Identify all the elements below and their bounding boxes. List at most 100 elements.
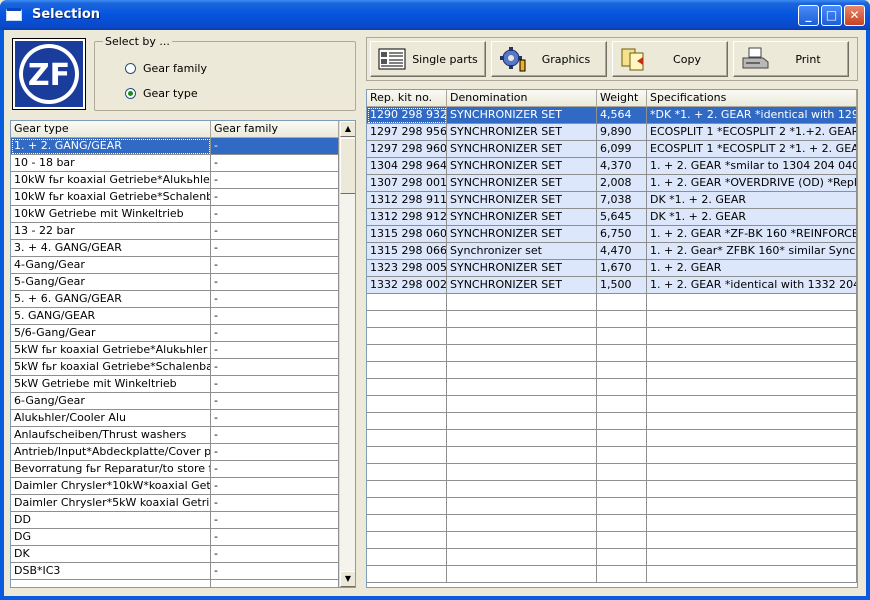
table-row[interactable]: 5/6-Gang/Gear - [11,325,339,342]
gear-family-cell[interactable]: - [211,376,339,393]
empty-cell[interactable] [597,396,647,413]
empty-table-row[interactable] [367,413,857,430]
gear-type-cell[interactable]: Daimler Chrysler*10kW*koaxial Getriebe*S [11,478,211,495]
column-header-rep-kit-no[interactable]: Rep. kit no. [367,90,447,107]
empty-cell[interactable] [647,362,857,379]
gear-type-cell[interactable]: DSB*IC3 [11,563,211,580]
weight-cell[interactable]: 4,470 [597,243,647,260]
single-parts-button[interactable]: Single parts [370,41,486,77]
empty-cell[interactable] [367,549,447,566]
weight-cell[interactable]: 6,099 [597,141,647,158]
empty-cell[interactable] [447,515,597,532]
empty-cell[interactable] [367,532,447,549]
gear-type-cell[interactable]: 10kW fьr koaxial Getriebe*Schalenbaukь [11,189,211,206]
table-row[interactable]: 5kW Getriebe mit Winkeltrieb - [11,376,339,393]
gear-type-cell[interactable]: Alukьhler/Cooler Alu [11,410,211,427]
specifications-cell[interactable]: *DK *1. + 2. GEAR *identical with 1290 2… [647,107,857,124]
column-header-specifications[interactable]: Specifications [647,90,857,107]
empty-table-row[interactable] [367,379,857,396]
table-row[interactable]: 1312 298 912 SYNCHRONIZER SET 5,645 DK *1. … [367,209,857,226]
table-row[interactable]: Antrieb/Input*Abdeckplatte/Cover plate - [11,444,339,461]
rep-kit-no-cell[interactable]: 1332 298 002 [367,277,447,294]
table-row[interactable]: 10 - 18 bar - [11,155,339,172]
gear-type-cell[interactable]: 5. GANG/GEAR [11,308,211,325]
rep-kit-no-cell[interactable]: 1304 298 964 [367,158,447,175]
empty-cell[interactable] [447,294,597,311]
empty-cell[interactable] [447,566,597,583]
empty-cell[interactable] [647,345,857,362]
rep-kit-no-cell[interactable]: 1297 298 960 [367,141,447,158]
empty-cell[interactable] [647,311,857,328]
empty-cell[interactable] [367,481,447,498]
table-row[interactable]: 4-Gang/Gear - [11,257,339,274]
empty-cell[interactable] [447,396,597,413]
empty-table-row[interactable] [367,345,857,362]
gear-type-cell[interactable]: 6-Gang/Gear [11,393,211,410]
empty-cell[interactable] [647,430,857,447]
column-header-denomination[interactable]: Denomination [447,90,597,107]
table-row[interactable]: Alukьhler/Cooler Alu - [11,410,339,427]
table-row[interactable]: 1323 298 005 SYNCHRONIZER SET 1,670 1. + 2.… [367,260,857,277]
weight-cell[interactable]: 4,370 [597,158,647,175]
gear-family-cell[interactable]: - [211,529,339,546]
empty-cell[interactable] [647,549,857,566]
table-row[interactable]: 5. + 6. GANG/GEAR - [11,291,339,308]
empty-table-row[interactable] [367,328,857,345]
rep-kit-no-cell[interactable]: 1290 298 932 [367,107,447,124]
gear-type-cell[interactable]: 5kW Getriebe mit Winkeltrieb [11,376,211,393]
empty-cell[interactable] [367,430,447,447]
empty-table-row[interactable] [367,294,857,311]
empty-cell[interactable] [367,396,447,413]
gear-family-cell[interactable]: - [211,223,339,240]
weight-cell[interactable]: 1,500 [597,277,647,294]
empty-cell[interactable] [647,515,857,532]
empty-cell[interactable] [647,566,857,583]
table-row[interactable]: 1304 298 964 SYNCHRONIZER SET 4,370 1. + 2.… [367,158,857,175]
gear-family-cell[interactable] [211,580,339,587]
empty-cell[interactable] [597,345,647,362]
empty-cell[interactable] [447,379,597,396]
gear-type-cell[interactable] [11,580,211,587]
gear-family-cell[interactable]: - [211,461,339,478]
gear-type-scrollbar[interactable]: ▲ ▼ [339,121,355,587]
empty-cell[interactable] [447,413,597,430]
radio-gear-family-circle[interactable] [125,62,136,74]
empty-table-row[interactable] [367,566,857,583]
title-bar[interactable]: Selection _ □ ✕ [0,0,870,30]
gear-family-cell[interactable]: - [211,325,339,342]
gear-type-cell[interactable]: 13 - 22 bar [11,223,211,240]
empty-table-row[interactable] [367,498,857,515]
rep-kit-no-cell[interactable]: 1297 298 956 [367,124,447,141]
denomination-cell[interactable]: SYNCHRONIZER SET [447,124,597,141]
gear-family-cell[interactable]: - [211,478,339,495]
rep-kit-no-cell[interactable]: 1312 298 911 [367,192,447,209]
empty-cell[interactable] [597,430,647,447]
rep-kit-no-cell[interactable]: 1315 298 060 [367,226,447,243]
gear-type-cell[interactable]: 3. + 4. GANG/GEAR [11,240,211,257]
scroll-down-button[interactable]: ▼ [340,571,355,587]
table-row[interactable]: 10kW Getriebe mit Winkeltrieb - [11,206,339,223]
column-header-gear-family[interactable]: Gear family [211,121,339,138]
specifications-cell[interactable]: 1. + 2. GEAR *identical with 1332 204 05… [647,277,857,294]
weight-cell[interactable]: 5,645 [597,209,647,226]
gear-family-cell[interactable]: - [211,240,339,257]
gear-family-cell[interactable]: - [211,206,339,223]
gear-type-cell[interactable]: 5kW fьr koaxial Getriebe*Schalenbaukьh [11,359,211,376]
gear-type-grid[interactable]: Gear type Gear family 1. + 2. GANG/GEAR -… [10,120,356,588]
empty-cell[interactable] [447,481,597,498]
empty-cell[interactable] [367,311,447,328]
empty-cell[interactable] [597,464,647,481]
minimize-button[interactable]: _ [798,5,819,26]
empty-cell[interactable] [367,498,447,515]
table-row[interactable]: DSB*IC3- [11,563,339,580]
empty-cell[interactable] [597,413,647,430]
empty-cell[interactable] [647,328,857,345]
table-row[interactable] [11,580,339,587]
gear-family-cell[interactable]: - [211,359,339,376]
gear-family-cell[interactable]: - [211,495,339,512]
empty-cell[interactable] [367,464,447,481]
denomination-cell[interactable]: Synchronizer set [447,243,597,260]
empty-cell[interactable] [647,379,857,396]
gear-family-cell[interactable]: - [211,512,339,529]
denomination-cell[interactable]: SYNCHRONIZER SET [447,175,597,192]
